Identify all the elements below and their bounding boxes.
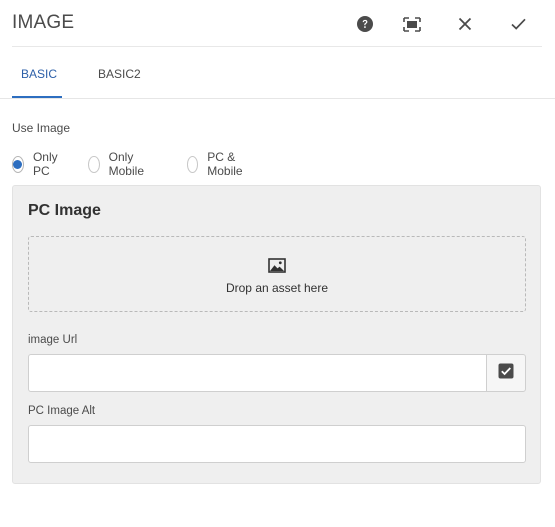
radio-only-pc[interactable]: Only PC bbox=[12, 150, 63, 178]
image-alt-input[interactable] bbox=[28, 425, 526, 463]
radio-label: PC & Mobile bbox=[207, 150, 243, 178]
help-icon bbox=[357, 16, 373, 32]
use-image-label: Use Image bbox=[12, 121, 71, 135]
image-icon bbox=[268, 258, 286, 273]
close-icon bbox=[458, 17, 472, 31]
tab-basic[interactable]: BASIC bbox=[21, 67, 57, 81]
radio-label: Only Mobile bbox=[108, 150, 144, 178]
image-dialog: IMAGE BASIC BASIC2 Use Image Only PC Onl… bbox=[0, 0, 555, 527]
fullscreen-icon bbox=[403, 16, 421, 32]
radio-pc-and-mobile[interactable]: PC & Mobile bbox=[187, 150, 248, 178]
image-alt-label: PC Image Alt bbox=[28, 405, 96, 417]
dropzone-text: Drop an asset here bbox=[225, 281, 329, 295]
image-url-input[interactable] bbox=[28, 354, 487, 392]
radio-label: Only PC bbox=[32, 150, 58, 178]
radio-selected-dot bbox=[13, 159, 23, 169]
image-url-label: image Url bbox=[28, 334, 78, 346]
done-button[interactable] bbox=[504, 10, 532, 38]
close-button[interactable] bbox=[451, 10, 479, 38]
radio-button[interactable] bbox=[187, 155, 199, 173]
tab-basic2[interactable]: BASIC2 bbox=[98, 67, 141, 81]
tabs-divider bbox=[0, 98, 555, 99]
dialog-title: IMAGE bbox=[12, 12, 75, 33]
checkbox-icon bbox=[498, 363, 514, 384]
fullscreen-button[interactable] bbox=[398, 10, 426, 38]
pc-image-panel: PC Image Drop an asset here image Url PC… bbox=[12, 185, 541, 484]
tab-bar: BASIC BASIC2 bbox=[0, 47, 555, 99]
radio-button-checked[interactable] bbox=[12, 155, 24, 173]
dialog-header: IMAGE bbox=[0, 0, 555, 47]
asset-dropzone[interactable]: Drop an asset here bbox=[28, 236, 526, 312]
image-url-picker-button[interactable] bbox=[486, 354, 526, 392]
help-button[interactable] bbox=[351, 10, 379, 38]
radio-only-mobile[interactable]: Only Mobile bbox=[88, 150, 149, 178]
radio-button[interactable] bbox=[88, 155, 100, 173]
panel-title: PC Image bbox=[28, 202, 101, 219]
check-icon bbox=[510, 18, 526, 30]
